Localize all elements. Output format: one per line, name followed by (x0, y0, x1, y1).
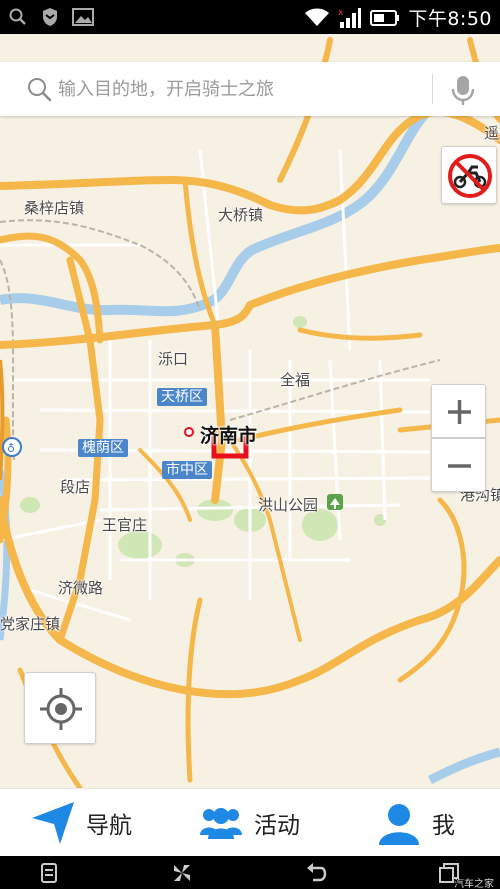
system-nav-bar: 汽车之家 (0, 856, 500, 889)
minus-icon (448, 464, 471, 468)
microphone-icon[interactable] (448, 74, 478, 106)
svg-text:x: x (338, 8, 344, 18)
tab-navigation-label: 导航 (86, 813, 132, 839)
no-motorcycle-icon (448, 154, 492, 198)
map-label-jinan: 济南市 (200, 425, 258, 447)
tab-me-label: 我 (432, 813, 455, 839)
map-label-duandian: 段店 (60, 478, 91, 496)
wifi-icon (305, 8, 330, 26)
home-icon[interactable] (171, 862, 193, 884)
watermark: 汽车之家 (454, 879, 494, 889)
tab-me[interactable]: 我 (376, 789, 455, 857)
district-badge-tianqiao: 天桥区 (157, 388, 207, 406)
map-label-quanfu: 全福 (280, 371, 311, 389)
district-badge-shizhong: 市中区 (162, 461, 212, 479)
map-label-yao: 遥 (484, 124, 500, 142)
district-badge-huaiyin: 槐荫区 (78, 439, 128, 457)
search-icon (9, 8, 26, 25)
menu-icon[interactable] (38, 862, 60, 884)
image-icon (72, 8, 94, 26)
back-icon[interactable] (305, 862, 327, 884)
locate-me-button[interactable] (24, 672, 96, 744)
search-divider (432, 74, 433, 104)
map-label-daqiao: 大桥镇 (218, 206, 264, 224)
station-glyph: ♁ (7, 442, 15, 455)
tab-activity-label: 活动 (254, 813, 300, 839)
zoom-in-button[interactable] (431, 384, 486, 438)
map-label-wangguanzhuang: 王官庄 (102, 516, 148, 534)
ring-expressway (0, 359, 5, 481)
map-label-hongshan: 洪山公园 (258, 496, 319, 514)
plus-icon (448, 400, 471, 424)
tab-activity[interactable]: 活动 (198, 789, 300, 857)
navigation-arrow-icon (32, 802, 74, 844)
bottom-tab-bar: 导航 活动 我 (0, 788, 500, 856)
battery-icon (370, 9, 400, 26)
map-label-jiazhuang: 党家庄镇 (0, 615, 61, 633)
zoom-out-button[interactable] (431, 438, 486, 492)
tab-navigation[interactable]: 导航 (30, 789, 132, 857)
no-motorcycle-toggle-button[interactable] (441, 146, 497, 204)
city-center-dot (184, 427, 194, 437)
map-label-luokou: 泺口 (158, 350, 189, 368)
people-icon (200, 808, 242, 839)
status-time: 下午8:50 (408, 8, 492, 30)
search-input[interactable] (58, 74, 418, 104)
locate-icon (40, 688, 82, 730)
map-label-sangzi: 桑梓店镇 (24, 199, 85, 217)
search-bar (0, 62, 500, 116)
signal-icon: x (338, 7, 362, 28)
search-icon (28, 78, 52, 102)
shield-icon (43, 8, 57, 26)
map-label-jiwei: 济微路 (58, 579, 104, 597)
user-icon (379, 804, 419, 845)
status-bar: x 下午8:50 (0, 0, 500, 34)
